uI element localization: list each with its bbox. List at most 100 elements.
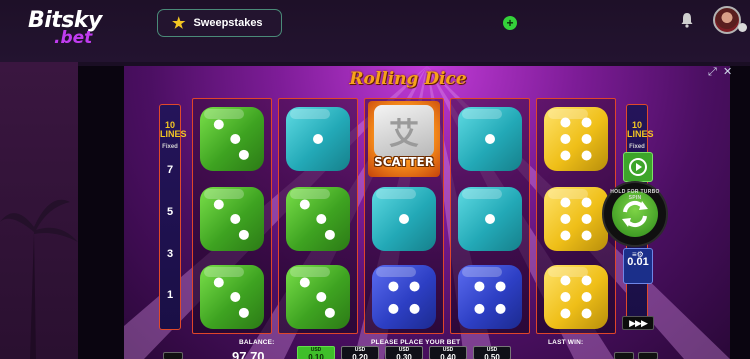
die-pip xyxy=(581,134,592,144)
blue-die-graphic xyxy=(458,265,522,329)
green-die-graphic xyxy=(286,265,350,329)
info-button[interactable] xyxy=(614,352,634,359)
die-pip xyxy=(560,292,571,302)
place-bet-label: PLEASE PLACE YOUR BET xyxy=(371,339,461,346)
line-number: 1 xyxy=(166,289,174,301)
die-pip xyxy=(560,308,571,319)
green-die-graphic xyxy=(286,187,350,251)
green-die-graphic xyxy=(200,107,264,171)
add-funds-button[interactable]: + xyxy=(503,16,517,30)
green-die-icon xyxy=(285,264,351,330)
close-icon[interactable]: ✕ xyxy=(723,67,732,78)
die-pip xyxy=(299,199,310,210)
die-pip xyxy=(560,117,571,128)
scatter-icon: 艾 xyxy=(374,105,434,157)
star-icon: ★ xyxy=(172,14,186,32)
plus-icon: + xyxy=(506,16,514,30)
line-number: 3 xyxy=(166,248,174,260)
die-pip xyxy=(485,134,495,144)
bet-chip[interactable]: USD 0.50 xyxy=(473,346,511,359)
bet-chip-value: 0.50 xyxy=(484,353,500,359)
die-pip xyxy=(230,292,241,302)
autoplay-icon xyxy=(629,158,647,176)
sweepstakes-button[interactable]: ★ Sweepstakes xyxy=(157,9,282,37)
green-die-icon xyxy=(199,106,265,172)
teal-die-icon xyxy=(457,106,523,172)
teal-die-graphic xyxy=(458,107,522,171)
bet-chip[interactable]: USD 0.30 xyxy=(385,346,423,359)
autoplay-button[interactable] xyxy=(623,152,653,182)
scatter-symbol: 艾 SCATTER xyxy=(368,101,440,177)
teal-die-graphic xyxy=(458,187,522,251)
die-pip xyxy=(560,230,571,241)
menu-button[interactable] xyxy=(638,352,658,359)
die-pip xyxy=(495,281,506,292)
fullscreen-icon[interactable]: ⤢ xyxy=(708,67,717,78)
yellow-die-graphic xyxy=(544,187,608,251)
left-lines-count: 10 LINES xyxy=(160,120,187,139)
reel-1 xyxy=(192,98,272,334)
die-pip xyxy=(388,303,399,314)
die-pip xyxy=(409,281,420,292)
left-lines-fixed: Fixed xyxy=(162,144,178,150)
blue-die-graphic xyxy=(372,265,436,329)
bet-chip-value: 0.10 xyxy=(308,353,324,359)
green-die-icon xyxy=(285,186,351,252)
die-pip xyxy=(299,277,310,288)
palm-silhouette-icon xyxy=(0,199,78,359)
sweepstakes-label: Sweepstakes xyxy=(193,17,263,29)
die-pip xyxy=(495,303,506,314)
teal-die-graphic xyxy=(286,107,350,171)
die-pip xyxy=(238,229,249,240)
die-pip xyxy=(399,214,409,224)
die-pip xyxy=(213,277,224,288)
sound-button[interactable] xyxy=(163,352,183,359)
logo-sub-text: .bet xyxy=(54,28,93,48)
yellow-die-icon xyxy=(543,106,609,172)
die-pip xyxy=(581,117,592,128)
die-pip xyxy=(581,214,592,224)
fast-forward-button[interactable]: ▶▶▶ xyxy=(622,316,654,330)
avatar-menu-icon[interactable] xyxy=(738,23,747,32)
teal-die-graphic xyxy=(372,187,436,251)
die-pip xyxy=(581,230,592,241)
die-pip xyxy=(316,214,327,224)
right-lines-count: 10 LINES xyxy=(627,120,654,139)
last-win-label: LAST WIN: xyxy=(548,339,584,346)
yellow-die-graphic xyxy=(544,265,608,329)
bell-icon[interactable] xyxy=(680,12,694,28)
die-pip xyxy=(581,308,592,319)
green-die-icon xyxy=(199,186,265,252)
site-logo[interactable]: Bitsky .bet xyxy=(28,8,112,50)
die-pip xyxy=(560,275,571,286)
die-pip xyxy=(560,134,571,144)
game-title: Rolling Dice xyxy=(349,69,467,89)
page-backdrop xyxy=(0,62,78,359)
die-pip xyxy=(213,199,224,210)
site-header: Bitsky .bet ★ Sweepstakes + xyxy=(0,0,750,62)
user-avatar[interactable] xyxy=(713,6,741,34)
die-pip xyxy=(560,214,571,224)
die-pip xyxy=(581,150,592,161)
die-pip xyxy=(474,281,485,292)
bet-chip[interactable]: USD 0.10 xyxy=(297,346,335,359)
yellow-die-icon xyxy=(543,186,609,252)
die-pip xyxy=(560,197,571,208)
die-pip xyxy=(324,229,335,240)
green-die-icon xyxy=(199,264,265,330)
coin-value: 0.01 xyxy=(627,256,649,268)
line-number: 5 xyxy=(166,206,174,218)
bet-chip[interactable]: USD 0.40 xyxy=(429,346,467,359)
die-pip xyxy=(474,303,485,314)
left-lines-panel: 10 LINES Fixed 7 5 3 1 xyxy=(159,104,187,330)
line-number: 7 xyxy=(166,164,174,176)
balance-value: 97.70 xyxy=(232,349,265,359)
reel-3: 艾 SCATTER xyxy=(364,98,444,334)
bet-chip-value: 0.40 xyxy=(440,353,456,359)
die-pip xyxy=(388,281,399,292)
yellow-die-graphic xyxy=(544,107,608,171)
teal-die-icon xyxy=(371,186,437,252)
scatter-label: SCATTER xyxy=(374,155,434,169)
bet-chip[interactable]: USD 0.20 xyxy=(341,346,379,359)
right-lines-fixed: Fixed xyxy=(629,144,645,150)
